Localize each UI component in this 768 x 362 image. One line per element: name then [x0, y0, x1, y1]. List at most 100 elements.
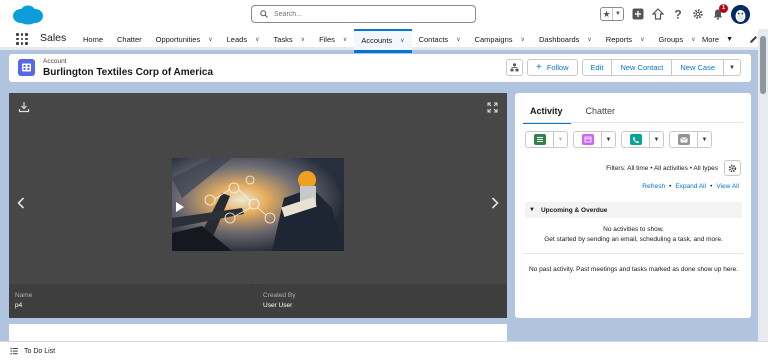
nav-item-label: Tasks [273, 35, 293, 44]
tabs-divider [523, 122, 743, 123]
page-scrollbar-thumb[interactable] [760, 36, 766, 94]
nav-item-groups[interactable]: Groups ∨ [651, 29, 702, 50]
expand-all-link[interactable]: Expand All [675, 183, 706, 190]
nav-item-tasks[interactable]: Tasks ∨ [266, 29, 312, 50]
user-avatar[interactable] [731, 4, 750, 24]
edit-pencil-icon[interactable] [749, 35, 758, 44]
chevron-down-icon[interactable]: ∨ [255, 36, 259, 43]
chevron-down-icon[interactable]: ∨ [343, 36, 347, 43]
more-actions-dropdown[interactable]: ▼ [723, 59, 741, 76]
nav-item-label: Accounts [361, 36, 393, 45]
plus-icon: + [535, 62, 542, 73]
notifications-bell-icon[interactable]: 1 [711, 3, 728, 21]
favorites-group[interactable]: ★ ▼ [600, 7, 624, 21]
refresh-link[interactable]: Refresh [642, 183, 665, 190]
nav-items: Home Chatter Opportunities ∨ Leads ∨ Tasks ∨ Fil… [76, 29, 702, 53]
setup-gear-icon[interactable] [691, 8, 704, 21]
global-search[interactable] [251, 5, 476, 23]
header-utilities: ★ ▼ ? 1 [600, 3, 750, 24]
activity-links: Refresh • Expand All • View All [642, 183, 739, 190]
new-event-dropdown-icon[interactable]: ▼ [601, 132, 615, 147]
to-do-list-button[interactable]: To Do List [10, 347, 55, 355]
view-all-link[interactable]: View All [716, 183, 739, 190]
new-contact-button[interactable]: New Contact [611, 59, 673, 76]
new-case-button[interactable]: New Case [671, 59, 724, 76]
tab-chatter[interactable]: Chatter [579, 103, 624, 124]
next-arrow-icon[interactable] [491, 197, 499, 209]
app-launcher-icon[interactable] [16, 33, 28, 45]
preview-image [172, 158, 344, 251]
chevron-down-icon[interactable]: ▼ [612, 8, 623, 20]
record-type-label: Account [43, 58, 67, 65]
created-by-field: Created By User User [263, 292, 296, 309]
nav-item-label: Dashboards [538, 35, 580, 44]
nav-item-leads[interactable]: Leads ∨ [220, 29, 267, 50]
chevron-down-icon[interactable]: ∨ [301, 36, 305, 43]
chevron-down-icon[interactable]: ∨ [640, 36, 644, 43]
email-icon [677, 134, 690, 145]
nav-item-files[interactable]: Files ∨ [312, 29, 354, 50]
app-navigation-bar: Sales Home Chatter Opportunities ∨ Leads ∨ Tas… [0, 29, 768, 53]
edit-button[interactable]: Edit [581, 59, 613, 76]
list-icon [10, 347, 18, 355]
file-name-label: Name [15, 292, 33, 299]
nav-item-home[interactable]: Home [76, 29, 110, 50]
hierarchy-button[interactable] [505, 59, 523, 76]
app-name: Sales [40, 32, 67, 44]
nav-item-label: Groups [658, 35, 684, 44]
help-icon[interactable]: ? [671, 8, 684, 21]
nav-item-label: Campaigns [474, 35, 513, 44]
no-activities-message: No activities to show. Get started by se… [525, 225, 742, 245]
chevron-down-icon[interactable]: ∨ [691, 36, 695, 43]
nav-item-accounts[interactable]: Accounts ∨ [354, 29, 412, 53]
trailhead-icon[interactable] [651, 8, 664, 21]
no-activities-line2: Get started by sending an email, schedul… [544, 236, 723, 243]
no-past-activity-message: No past activity. Past meetings and task… [528, 266, 739, 273]
nav-item-label: Reports [605, 35, 633, 44]
previous-arrow-icon[interactable] [17, 197, 25, 209]
nav-item-label: Contacts [418, 35, 449, 44]
nav-more-label: More [702, 35, 720, 44]
download-icon[interactable] [18, 101, 30, 113]
hierarchy-icon [510, 63, 519, 72]
global-actions-icon[interactable] [631, 8, 644, 21]
chevron-down-icon[interactable]: ∨ [456, 36, 460, 43]
gear-icon [728, 164, 737, 172]
nav-item-contacts[interactable]: Contacts ∨ [412, 29, 468, 50]
chevron-down-icon: ▼ [529, 207, 535, 213]
expand-icon[interactable] [487, 102, 498, 113]
chevron-down-icon[interactable]: ∨ [521, 36, 525, 43]
tab-activity[interactable]: Activity [523, 103, 571, 124]
email-dropdown-icon[interactable]: ▼ [697, 132, 711, 147]
log-call-dropdown-icon[interactable]: ▼ [553, 132, 567, 147]
nav-item-opportunities[interactable]: Opportunities ∨ [149, 29, 220, 50]
nav-item-label: Home [83, 35, 104, 44]
chevron-down-icon[interactable]: ∨ [587, 36, 591, 43]
nav-item-chatter[interactable]: Chatter [110, 29, 149, 50]
created-by-label: Created By [263, 292, 296, 299]
nav-item-reports[interactable]: Reports ∨ [599, 29, 652, 50]
star-icon[interactable]: ★ [601, 8, 612, 20]
nav-item-campaigns[interactable]: Campaigns ∨ [468, 29, 532, 50]
svg-text:?: ? [674, 8, 681, 20]
log-call-icon [533, 134, 546, 145]
nav-item-dashboards[interactable]: Dashboards ∨ [532, 29, 599, 50]
chevron-down-icon[interactable]: ∨ [400, 37, 404, 44]
call-dropdown-icon[interactable]: ▼ [649, 132, 663, 147]
file-details-bar [9, 284, 507, 318]
search-input[interactable] [274, 10, 454, 18]
quick-actions: ▼ ▼ ▼ ▼ [525, 131, 712, 148]
log-a-call-action[interactable]: ▼ [621, 131, 664, 148]
to-do-list-label: To Do List [24, 347, 56, 355]
upcoming-overdue-section-header[interactable]: ▼ Upcoming & Overdue [525, 202, 742, 218]
salesforce-logo-icon[interactable] [11, 4, 45, 26]
activity-tabs: Activity Chatter [523, 103, 631, 124]
nav-more-menu[interactable]: More ▼ [702, 29, 733, 50]
activity-panel: Activity Chatter ▼ ▼ ▼ ▼ Filters: All ti… [515, 93, 751, 318]
new-event-action[interactable]: ▼ [573, 131, 616, 148]
filter-settings-button[interactable] [724, 160, 741, 176]
log-call-action[interactable]: ▼ [525, 131, 568, 148]
chevron-down-icon[interactable]: ∨ [208, 36, 212, 43]
follow-button[interactable]: + Follow [526, 59, 578, 76]
send-email-action[interactable]: ▼ [669, 131, 712, 148]
